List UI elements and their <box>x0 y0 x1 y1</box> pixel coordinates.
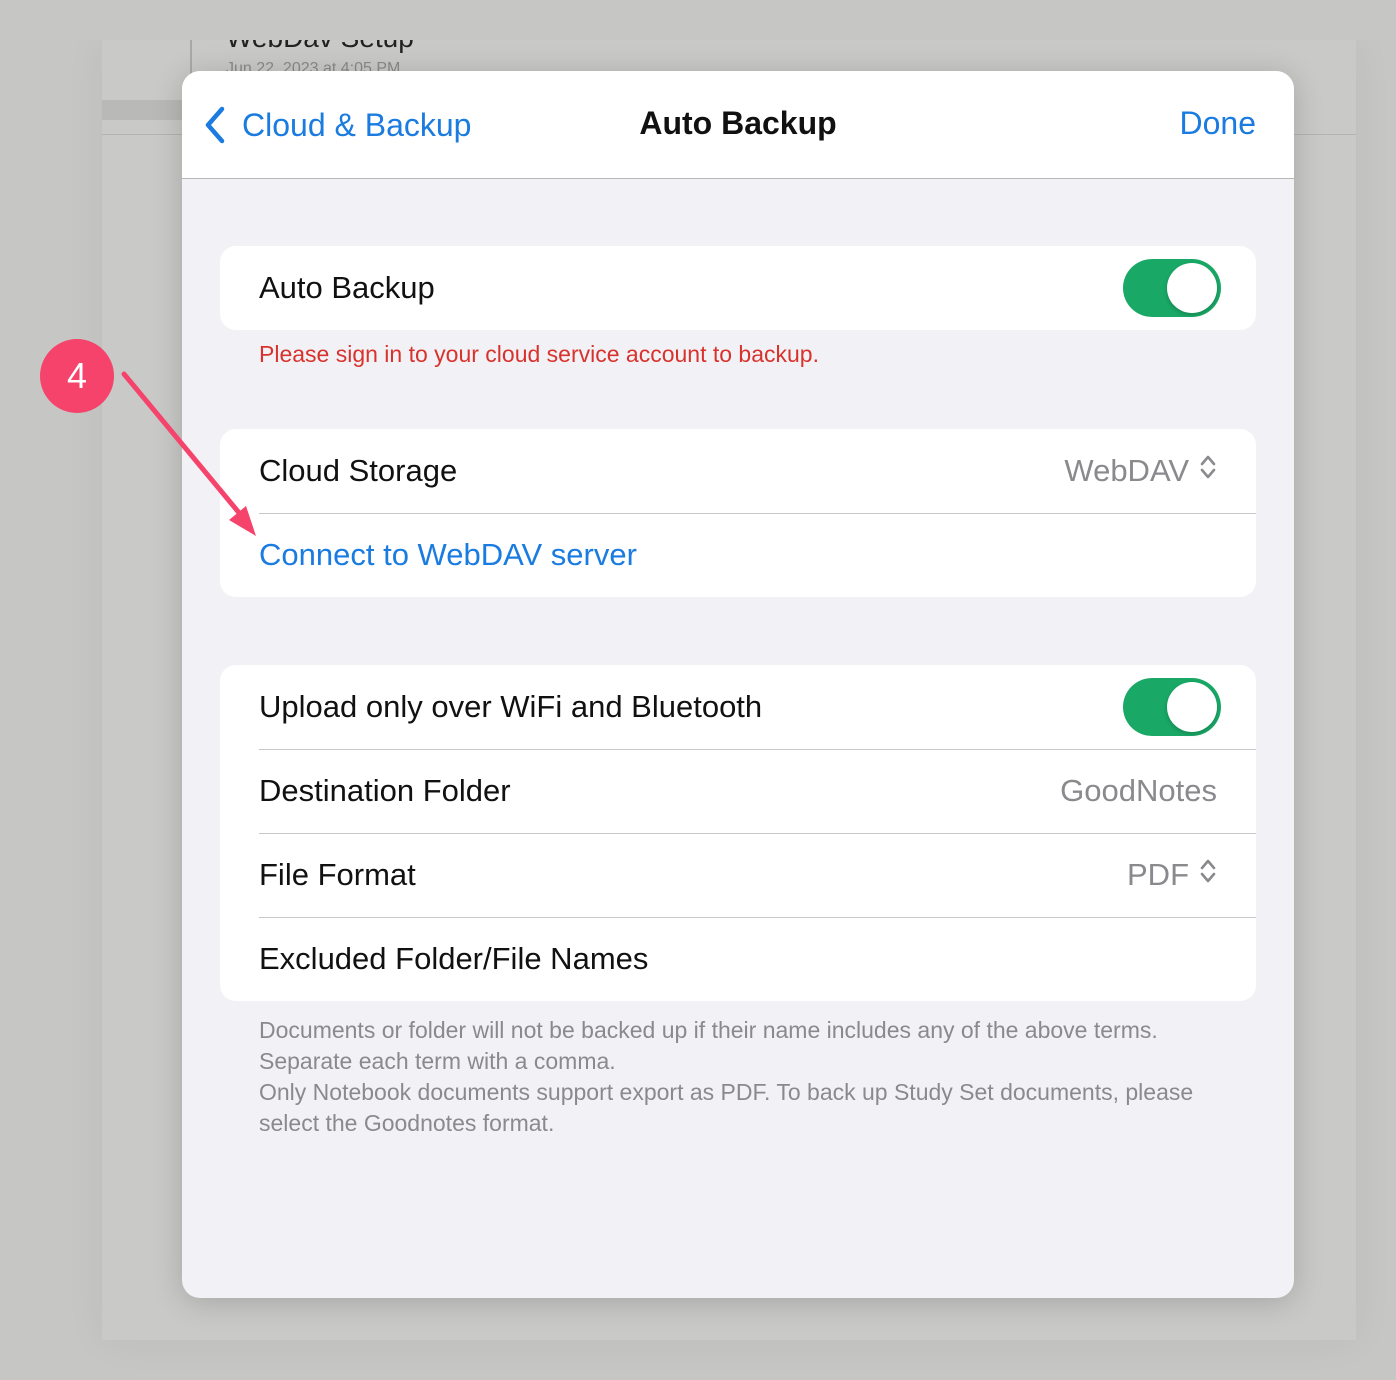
file-format-label: File Format <box>259 857 416 892</box>
connect-webdav-link[interactable]: Connect to WebDAV server <box>259 537 1217 573</box>
excluded-names-row[interactable]: Excluded Folder/File Names <box>220 917 1256 1001</box>
settings-footnote: Documents or folder will not be backed u… <box>259 1015 1239 1139</box>
footnote-excluded-terms: Documents or folder will not be backed u… <box>259 1017 1158 1074</box>
toggle-knob <box>1167 263 1217 313</box>
destination-folder-row[interactable]: Destination Folder GoodNotes <box>220 749 1256 833</box>
wifi-only-label: Upload only over WiFi and Bluetooth <box>259 689 763 724</box>
auto-backup-row: Auto Backup <box>220 246 1256 330</box>
chevron-up-down-icon <box>1199 857 1217 893</box>
auto-backup-group: Auto Backup <box>220 246 1256 330</box>
cloud-storage-group: Cloud Storage WebDAV Connect to WebDAV s… <box>220 429 1256 597</box>
cloud-storage-value: WebDAV <box>1064 453 1189 488</box>
chevron-left-icon <box>204 106 242 144</box>
done-button[interactable]: Done <box>1180 105 1257 142</box>
sign-in-warning: Please sign in to your cloud service acc… <box>259 341 819 367</box>
file-format-value: PDF <box>1127 857 1189 892</box>
cloud-storage-row[interactable]: Cloud Storage WebDAV <box>220 429 1256 513</box>
auto-backup-toggle[interactable] <box>1123 259 1221 317</box>
auto-backup-sheet: Cloud & Backup Auto Backup Done Auto Bac… <box>182 71 1294 1298</box>
step-number-badge: 4 <box>40 339 114 413</box>
screen-top-margin <box>0 0 1396 40</box>
toggle-knob <box>1167 682 1217 732</box>
back-button-label: Cloud & Backup <box>242 106 472 143</box>
wifi-only-toggle[interactable] <box>1123 678 1221 736</box>
auto-backup-label: Auto Backup <box>259 270 435 305</box>
file-format-picker[interactable]: PDF <box>1127 857 1217 893</box>
chevron-up-down-icon <box>1199 453 1217 489</box>
file-format-row[interactable]: File Format PDF <box>220 833 1256 917</box>
wifi-only-row: Upload only over WiFi and Bluetooth <box>220 665 1256 749</box>
connect-webdav-row[interactable]: Connect to WebDAV server <box>220 513 1256 597</box>
backup-settings-group: Upload only over WiFi and Bluetooth Dest… <box>220 665 1256 1001</box>
excluded-names-label: Excluded Folder/File Names <box>259 941 649 976</box>
cloud-storage-picker[interactable]: WebDAV <box>1064 453 1217 489</box>
destination-folder-label: Destination Folder <box>259 773 511 808</box>
back-button[interactable]: Cloud & Backup <box>204 101 471 149</box>
background-toolbar-strip <box>102 100 182 120</box>
navigation-bar: Cloud & Backup Auto Backup Done <box>182 71 1294 179</box>
destination-folder-value: GoodNotes <box>1060 773 1217 808</box>
cloud-storage-label: Cloud Storage <box>259 453 458 488</box>
footnote-pdf-support: Only Notebook documents support export a… <box>259 1079 1194 1136</box>
